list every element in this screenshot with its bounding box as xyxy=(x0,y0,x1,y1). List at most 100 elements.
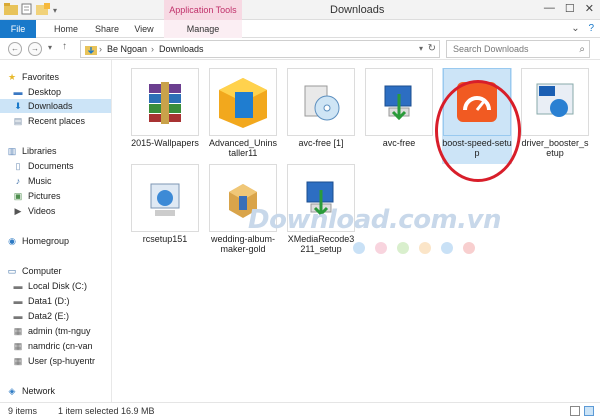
breadcrumb-downloads[interactable]: Downloads xyxy=(159,44,204,54)
dot xyxy=(419,242,431,254)
nav-drive-e[interactable]: ▬ Data2 (E:) xyxy=(0,309,111,323)
address-bar: ← → ▾ ↑ › Be Ngoan › Downloads ▾ ↻ Searc… xyxy=(0,38,600,60)
nav-drive-d[interactable]: ▬ Data1 (D:) xyxy=(0,294,111,308)
dot xyxy=(397,242,409,254)
nav-computer[interactable]: ▭ Computer xyxy=(6,264,111,278)
downloads-folder-icon xyxy=(85,44,97,57)
search-input[interactable]: Search Downloads ⌕ xyxy=(446,40,590,58)
installer-icon xyxy=(131,164,199,232)
nav-label: Favorites xyxy=(22,72,60,82)
tab-view[interactable]: View xyxy=(128,20,160,38)
details-view-icon[interactable] xyxy=(570,406,580,416)
file-name: rcsetup151 xyxy=(142,234,188,244)
search-icon[interactable]: ⌕ xyxy=(579,42,585,58)
recent-locations-icon[interactable]: ▾ xyxy=(48,43,52,52)
drive-icon: ▬ xyxy=(13,296,23,306)
ribbon-controls: ⌄ ? xyxy=(571,23,594,34)
nav-label: Music xyxy=(28,176,52,186)
nav-libraries[interactable]: ▥ Libraries xyxy=(6,144,111,158)
chevron-down-icon[interactable]: ▾ xyxy=(419,44,423,53)
view-switcher xyxy=(570,406,594,416)
network-icon: ◈ xyxy=(8,386,16,396)
back-button[interactable]: ← xyxy=(8,42,22,56)
package-icon xyxy=(209,68,277,136)
nav-label: Computer xyxy=(22,266,62,276)
nav-network-drive-3[interactable]: ▦ User (sp-huyentr xyxy=(0,354,111,368)
nav-videos[interactable]: ▶ Videos xyxy=(0,204,111,218)
new-folder-icon[interactable] xyxy=(36,3,50,17)
breadcrumb-separator: › xyxy=(99,44,102,54)
nav-recent-places[interactable]: ▤ Recent places xyxy=(0,114,111,128)
file-tile-advanced-uninstaller[interactable]: Advanced_Uninstaller11 xyxy=(208,68,278,164)
nav-label: admin (tm-nguy xyxy=(28,326,91,336)
nav-music[interactable]: ♪ Music xyxy=(0,174,111,188)
file-tile-2015-wallpapers[interactable]: 2015-Wallpapers xyxy=(130,68,200,164)
watermark-logo: Download.com.vn xyxy=(248,205,501,235)
downloads-icon: ⬇ xyxy=(14,101,22,111)
tab-share[interactable]: Share xyxy=(90,20,124,38)
nav-favorites[interactable]: ★ Favorites xyxy=(6,70,111,84)
iobit-installer-icon xyxy=(521,68,589,136)
nav-homegroup[interactable]: ◉ Homegroup xyxy=(6,234,111,248)
nav-documents[interactable]: ▯ Documents xyxy=(0,159,111,173)
videos-icon: ▶ xyxy=(14,206,22,216)
minimize-icon[interactable]: — xyxy=(544,2,555,15)
nav-label: Pictures xyxy=(28,191,61,201)
nav-label: Libraries xyxy=(22,146,57,156)
computer-icon: ▭ xyxy=(7,266,17,276)
file-view: 2015-Wallpapers Advanced_Uninstaller11 a… xyxy=(113,60,600,402)
nav-label: Documents xyxy=(28,161,74,171)
breadcrumb-separator: › xyxy=(151,44,154,54)
search-placeholder: Search Downloads xyxy=(453,44,529,54)
nav-pictures[interactable]: ▣ Pictures xyxy=(0,189,111,203)
recent-places-icon: ▤ xyxy=(13,116,23,126)
libraries-icon: ▥ xyxy=(7,146,17,156)
file-name: driver_booster_setup xyxy=(521,138,589,158)
close-icon[interactable]: ✕ xyxy=(585,2,594,15)
documents-icon: ▯ xyxy=(15,161,21,171)
nav-network[interactable]: ◈ Network xyxy=(6,384,111,398)
nav-network-drive-1[interactable]: ▦ admin (tm-nguy xyxy=(0,324,111,338)
file-tile-driver-booster-setup[interactable]: driver_booster_setup xyxy=(520,68,590,164)
nav-label: Videos xyxy=(28,206,56,216)
up-arrow-icon[interactable]: ↑ xyxy=(62,41,67,52)
forward-button[interactable]: → xyxy=(28,42,42,56)
address-field[interactable]: › Be Ngoan › Downloads ▾ ↻ xyxy=(80,40,440,58)
file-tile-avc-free-1[interactable]: avc-free [1] xyxy=(286,68,356,164)
title-bar: ▾ Application Tools Downloads — ☐ ✕ xyxy=(0,0,600,20)
file-name: XMediaRecode3211_setup xyxy=(287,234,355,254)
tab-home[interactable]: Home xyxy=(46,20,86,38)
help-icon[interactable]: ? xyxy=(588,23,594,34)
nav-network-drive-2[interactable]: ▦ namdric (cn-van xyxy=(0,339,111,353)
chevron-down-icon[interactable]: ⌄ xyxy=(571,23,579,34)
tab-file[interactable]: File xyxy=(0,20,36,38)
breadcrumb-be-ngoan[interactable]: Be Ngoan xyxy=(107,44,147,54)
file-tile-rcsetup151[interactable]: rcsetup151 xyxy=(130,164,200,260)
installer-disc-icon xyxy=(287,68,355,136)
navigation-pane: ★ Favorites ▬ Desktop ⬇ Downloads ▤ Recent p… xyxy=(0,60,112,402)
window-title: Downloads xyxy=(330,4,385,16)
chevron-down-icon[interactable]: ▾ xyxy=(53,6,57,15)
refresh-icon[interactable]: ↻ xyxy=(428,43,436,54)
network-drive-icon: ▦ xyxy=(13,341,23,351)
nav-drive-c[interactable]: ▬ Local Disk (C:) xyxy=(0,279,111,293)
nav-label: Desktop xyxy=(28,87,62,97)
nav-downloads[interactable]: ⬇ Downloads xyxy=(0,99,111,113)
file-name: avc-free [1] xyxy=(298,138,344,148)
nav-desktop[interactable]: ▬ Desktop xyxy=(0,85,111,99)
properties-icon[interactable] xyxy=(21,3,33,17)
tab-manage[interactable]: Manage xyxy=(164,20,242,38)
highlight-ring xyxy=(435,80,521,182)
dot xyxy=(463,242,475,254)
large-icons-view-icon[interactable] xyxy=(584,406,594,416)
nav-label: Data1 (D:) xyxy=(28,296,70,306)
maximize-icon[interactable]: ☐ xyxy=(565,2,575,15)
music-icon: ♪ xyxy=(15,176,21,186)
nav-label: Homegroup xyxy=(22,236,70,246)
file-tile-avc-free[interactable]: avc-free xyxy=(364,68,434,164)
installer-icon xyxy=(365,68,433,136)
desktop-icon: ▬ xyxy=(13,87,23,97)
nav-label: Recent places xyxy=(28,116,86,126)
watermark-dots xyxy=(353,242,475,254)
nav-label: Data2 (E:) xyxy=(28,311,70,321)
